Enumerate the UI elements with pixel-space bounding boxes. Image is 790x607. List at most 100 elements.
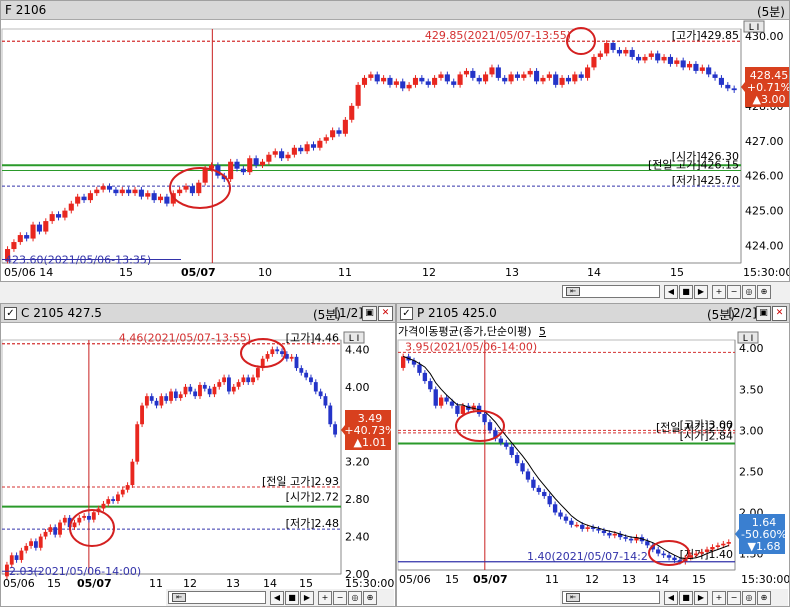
candle-body [694, 553, 699, 556]
put-scroll-slider[interactable]: ⇤ [562, 591, 660, 604]
scroll-prev-button[interactable]: ◀ [270, 591, 284, 605]
zoom-out-icon[interactable]: − [727, 285, 741, 299]
x-tick-label: 12 [585, 573, 599, 586]
scroll-prev-button[interactable]: ◀ [664, 285, 678, 299]
scroll-next-button[interactable]: ▶ [694, 591, 708, 605]
candle-body [253, 158, 259, 166]
candle-body [433, 389, 438, 406]
candle-body [294, 356, 299, 369]
candle-body [509, 446, 514, 455]
candle-body [482, 413, 487, 423]
candle-body [687, 63, 693, 68]
call-chart[interactable]: 4.404.003.603.202.802.402.00[고가]4.46[전일 … [1, 304, 395, 606]
scale-control-label: L I [743, 334, 754, 344]
candle-body [455, 405, 460, 414]
scroll-next-button[interactable]: ▶ [694, 285, 708, 299]
plot-frame [1, 339, 342, 575]
candle-body [451, 81, 457, 85]
candle-body [520, 463, 525, 472]
candle-body [422, 372, 428, 382]
candle-body [120, 489, 125, 495]
candle-body [43, 221, 49, 232]
zoom-fit-icon[interactable]: ⊕ [363, 591, 377, 605]
candle-body [11, 242, 17, 250]
candle-body [140, 405, 144, 425]
candle-body [387, 77, 393, 85]
candle-body [342, 119, 348, 134]
zoom-reset-icon[interactable]: ◎ [742, 591, 756, 605]
y-tick-label: 4.00 [345, 381, 370, 394]
put-chart-panel: ✓ P 2105 425.0 (5분) [2/2] ▣ ✕ 4.00 3.50 3.… [396, 303, 790, 607]
x-tick-label: 13 [622, 573, 636, 586]
candle-body [645, 541, 650, 546]
candle-body [183, 386, 188, 395]
zoom-in-icon[interactable]: + [712, 591, 726, 605]
put-toolbar: ⇤ ◀ ■ ▶ + − ◎ ⊕ [560, 589, 788, 606]
candle-body [266, 154, 272, 162]
futures-chart-panel: F 2106 (5분) 430.00429.00428.00427.00426.… [0, 0, 790, 282]
zoom-reset-icon[interactable]: ◎ [742, 285, 756, 299]
candle-body [299, 368, 304, 373]
zoom-fit-icon[interactable]: ⊕ [757, 591, 771, 605]
candle-body [572, 74, 578, 82]
candle-body [718, 77, 724, 85]
candle-body [212, 386, 217, 395]
candle-body [547, 496, 552, 505]
slider-thumb[interactable]: ⇤ [172, 593, 186, 602]
candle-body [313, 382, 318, 392]
candle-body [699, 551, 704, 554]
candle-body [188, 386, 193, 392]
stop-button[interactable]: ■ [679, 591, 693, 605]
candle-body [145, 193, 151, 197]
candle-body [198, 384, 202, 397]
candle-body [240, 168, 246, 173]
candle-body [111, 499, 116, 501]
zoom-in-icon[interactable]: + [318, 591, 332, 605]
candle-body [157, 196, 164, 201]
price-badge-pointer [735, 529, 739, 539]
candle-body [406, 84, 412, 89]
scroll-next-button[interactable]: ▶ [300, 591, 314, 605]
zoom-out-icon[interactable]: − [727, 591, 741, 605]
candle-body [91, 512, 96, 520]
candle-body [597, 53, 603, 57]
candle-body [661, 553, 666, 556]
candle-body [149, 396, 154, 401]
candle-body [336, 130, 342, 134]
candle-body [101, 503, 106, 509]
candle-body [656, 549, 661, 554]
candle-body [368, 74, 374, 78]
candle-body [674, 60, 680, 64]
candle-body [642, 56, 648, 61]
slider-thumb[interactable]: ⇤ [566, 593, 580, 602]
candle-body [280, 351, 284, 355]
zoom-in-icon[interactable]: + [712, 285, 726, 299]
candle-body [246, 377, 251, 383]
put-chart[interactable]: 4.003.503.002.502.001.50[고가]3.00[전일 저가]2… [397, 304, 789, 606]
candle-body [444, 74, 450, 82]
candle-body [9, 555, 14, 565]
zoom-fit-icon[interactable]: ⊕ [757, 285, 771, 299]
candle-body [126, 189, 132, 194]
x-tick-label: 15 [445, 573, 459, 586]
candle-body [381, 77, 387, 82]
slider-thumb[interactable]: ⇤ [566, 287, 580, 296]
candle-body [202, 384, 207, 389]
zoom-reset-icon[interactable]: ◎ [348, 591, 362, 605]
x-tick-label: 11 [338, 266, 352, 279]
candle-body [629, 49, 635, 57]
futures-chart[interactable]: 430.00429.00428.00427.00426.00425.00424.… [1, 1, 789, 281]
x-tick-label: 15:30:00 [743, 266, 789, 279]
candle-body [49, 214, 55, 222]
candle-body [304, 372, 309, 378]
call-scroll-slider[interactable]: ⇤ [168, 591, 266, 604]
scroll-prev-button[interactable]: ◀ [664, 591, 678, 605]
zoom-out-icon[interactable]: − [333, 591, 347, 605]
ma5-line [403, 355, 729, 559]
candle-body [119, 189, 125, 194]
stop-button[interactable]: ■ [285, 591, 299, 605]
futures-scroll-slider[interactable]: ⇤ [562, 285, 660, 298]
stop-button[interactable]: ■ [679, 285, 693, 299]
candle-body [667, 56, 673, 64]
prev-high-tag: [전일 고가]426.15 [648, 157, 739, 171]
